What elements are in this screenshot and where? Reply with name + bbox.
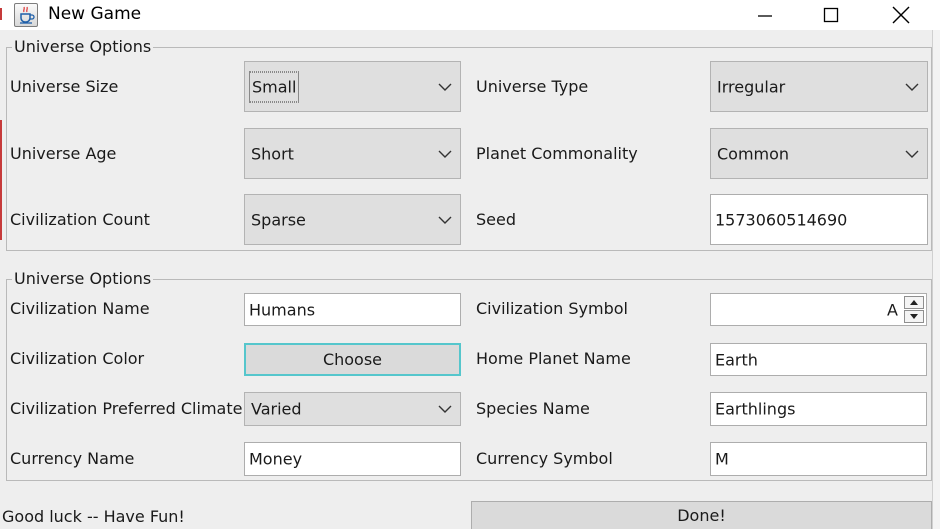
chevron-down-icon (905, 150, 919, 158)
choose-color-button[interactable]: Choose (244, 343, 461, 376)
universe-type-label: Universe Type (476, 77, 589, 96)
currency-symbol-value: M (715, 449, 729, 469)
home-planet-name-input[interactable]: Earth (710, 343, 927, 376)
home-planet-name-label: Home Planet Name (476, 349, 631, 368)
home-planet-name-value: Earth (715, 350, 758, 369)
footer-message: Good luck -- Have Fun! (2, 507, 185, 526)
seed-input[interactable]: 1573060514690 (710, 194, 928, 245)
currency-symbol-input[interactable]: M (710, 442, 927, 476)
maximize-button[interactable] (796, 0, 866, 30)
universe-size-value: Small (249, 71, 300, 102)
spinner-down-button[interactable] (904, 310, 924, 323)
universe-size-select[interactable]: Small (244, 61, 461, 112)
universe-options-legend: Universe Options (12, 37, 154, 56)
planet-commonality-label: Planet Commonality (476, 144, 638, 163)
background-window-edge (932, 30, 940, 529)
civilization-name-label: Civilization Name (10, 299, 150, 318)
close-button[interactable] (866, 0, 936, 30)
universe-type-value: Irregular (717, 77, 786, 96)
civilization-name-input[interactable]: Humans (244, 293, 461, 326)
window-edge-mark (0, 120, 2, 240)
done-button-label: Done! (677, 506, 726, 525)
seed-label: Seed (476, 210, 516, 229)
universe-size-label: Universe Size (10, 77, 119, 96)
universe-age-label: Universe Age (10, 144, 117, 163)
universe-age-select[interactable]: Short (244, 128, 461, 179)
currency-symbol-label: Currency Symbol (476, 449, 613, 468)
species-name-input[interactable]: Earthlings (710, 392, 927, 426)
planet-commonality-select[interactable]: Common (710, 128, 928, 179)
civilization-name-value: Humans (249, 300, 316, 319)
species-name-value: Earthlings (715, 399, 796, 419)
civilization-count-value: Sparse (251, 210, 306, 229)
chevron-down-icon (905, 83, 919, 91)
maximize-icon (823, 7, 839, 23)
chevron-down-icon (438, 83, 452, 91)
seed-value: 1573060514690 (715, 210, 848, 229)
chevron-down-icon (438, 216, 452, 224)
species-name-label: Species Name (476, 399, 590, 418)
java-cup-icon (14, 3, 38, 27)
civilization-count-label: Civilization Count (10, 210, 150, 229)
preferred-climate-select[interactable]: Varied (244, 392, 461, 426)
close-icon (892, 6, 910, 24)
preferred-climate-value: Varied (251, 399, 302, 419)
choose-color-button-label: Choose (322, 350, 383, 369)
window-edge-mark (0, 8, 2, 20)
civilization-symbol-value: A (887, 300, 898, 319)
universe-age-value: Short (251, 144, 294, 163)
preferred-climate-label: Civilization Preferred Climate (10, 399, 243, 418)
minimize-icon (758, 15, 772, 17)
currency-name-label: Currency Name (10, 449, 135, 468)
civilization-count-select[interactable]: Sparse (244, 194, 461, 245)
universe-type-select[interactable]: Irregular (710, 61, 928, 112)
civilization-symbol-spinner[interactable]: A (710, 293, 927, 326)
triangle-down-icon (910, 314, 918, 319)
planet-commonality-value: Common (717, 144, 790, 163)
chevron-down-icon (438, 150, 452, 158)
civilization-color-label: Civilization Color (10, 349, 145, 368)
spinner-up-button[interactable] (904, 296, 924, 309)
done-button[interactable]: Done! (471, 501, 932, 529)
civilization-options-legend: Universe Options (12, 269, 154, 288)
currency-name-input[interactable]: Money (244, 442, 461, 476)
civilization-symbol-label: Civilization Symbol (476, 299, 628, 318)
chevron-down-icon (438, 405, 452, 413)
triangle-up-icon (910, 300, 918, 305)
minimize-button[interactable] (730, 0, 800, 30)
currency-name-value: Money (249, 449, 303, 469)
window-title: New Game (48, 4, 142, 24)
